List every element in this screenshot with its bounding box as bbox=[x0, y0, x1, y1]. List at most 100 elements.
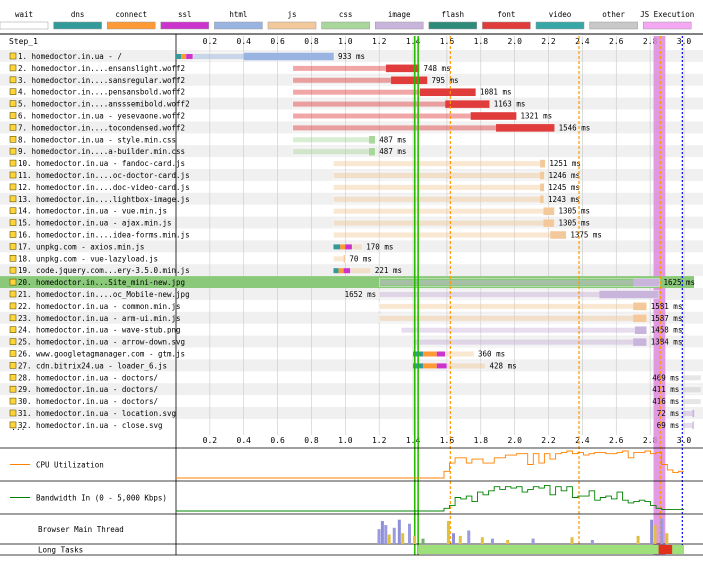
metric-panels: CPU Utilization Bandwidth In (0 - 5,000 K… bbox=[0, 447, 703, 556]
request-download bbox=[343, 254, 346, 263]
request-download bbox=[692, 421, 694, 430]
tick-label-bottom: 0.2 bbox=[203, 436, 218, 445]
lock-icon bbox=[9, 255, 17, 262]
tick-label-top: 2.0 bbox=[507, 37, 522, 46]
request-wait bbox=[379, 315, 634, 321]
request-time: 1163 ms bbox=[494, 100, 526, 109]
request-download bbox=[243, 52, 334, 61]
main-thread-spike bbox=[636, 535, 640, 544]
request-label: 8. homedoctor.in.ua - style.min.css bbox=[18, 135, 176, 144]
tick-label-bottom: 0.6 bbox=[270, 436, 285, 445]
request-time: 1246 ms bbox=[548, 171, 580, 180]
tick-label-top: 0.2 bbox=[203, 37, 218, 46]
request-time: 1305 ms bbox=[558, 207, 590, 216]
request-label: 6. homedoctor.in.ua - yesevaone.woff2 bbox=[18, 112, 185, 121]
long-task bbox=[658, 545, 673, 554]
main-thread-spike bbox=[392, 527, 396, 544]
request-download bbox=[445, 100, 490, 109]
tick-label-bottom: 1.8 bbox=[474, 436, 489, 445]
request-wait bbox=[292, 65, 386, 71]
step-label: Step_1 bbox=[9, 37, 38, 46]
request-download bbox=[369, 147, 376, 156]
request-wait bbox=[333, 184, 541, 190]
tick-label-top: 1.6 bbox=[440, 37, 455, 46]
connection-segment bbox=[436, 363, 447, 369]
request-wait bbox=[333, 256, 344, 262]
lock-icon bbox=[9, 278, 17, 286]
main-thread-spike bbox=[570, 537, 574, 544]
request-time: 428 ms bbox=[490, 361, 517, 370]
lock-icon bbox=[9, 52, 17, 60]
request-label: 4. homedoctor.in....pensansbold.woff2 bbox=[18, 88, 185, 97]
request-time: 411 ms bbox=[652, 385, 679, 394]
request-time: 1081 ms bbox=[480, 88, 512, 97]
legend-swatch bbox=[160, 21, 210, 30]
lock-icon bbox=[9, 385, 17, 393]
main-thread-spike bbox=[384, 525, 388, 544]
legend: wait dns connect ssl html js css image flash font… bbox=[0, 10, 694, 30]
main-thread-spike bbox=[480, 537, 484, 544]
request-time: 795 ms bbox=[431, 76, 458, 85]
request-label: 11. homedoctor.in....oc-doctor-card.js bbox=[18, 171, 190, 180]
request-download bbox=[550, 231, 567, 239]
request-time: 1581 ms bbox=[651, 302, 683, 311]
request-label: 19. code.jquery.com...ery-3.5.0.min.js bbox=[18, 266, 190, 275]
connection-segment bbox=[333, 244, 341, 250]
main-thread-spike bbox=[590, 539, 594, 544]
more-label: ... bbox=[11, 423, 25, 432]
request-wait bbox=[292, 113, 471, 119]
request-label: 25. homedoctor.in.ua - arrow-down.svg bbox=[18, 338, 185, 347]
legend-swatch bbox=[535, 21, 585, 30]
legend-swatch bbox=[53, 21, 102, 30]
legend-swatch bbox=[482, 21, 531, 30]
request-wait bbox=[379, 292, 600, 297]
main-thread-spike bbox=[490, 538, 494, 544]
request-label: 32. homedoctor.in.ua - close.svg bbox=[18, 421, 163, 430]
legend-swatch bbox=[0, 21, 49, 30]
request-time: 1458 ms bbox=[651, 326, 683, 335]
request-label: 24. homedoctor.in.ua - wave-stub.png bbox=[18, 326, 181, 335]
request-label: 28. homedoctor.in.ua - doctors/ bbox=[18, 373, 158, 382]
lock-icon bbox=[9, 397, 17, 405]
request-label: 29. homedoctor.in.ua - doctors/ bbox=[18, 385, 158, 394]
lock-icon bbox=[9, 231, 17, 238]
request-download bbox=[633, 302, 647, 311]
main-thread-spike bbox=[458, 535, 462, 544]
waterfall-chart: wait dns connect ssl html js css image flash font… bbox=[0, 10, 703, 556]
lock-icon bbox=[9, 326, 17, 334]
request-time: 1375 ms bbox=[570, 231, 602, 240]
tick-label-bottom: 1.2 bbox=[372, 436, 387, 445]
request-time: 170 ms bbox=[366, 242, 393, 251]
tick-label-bottom: 1.0 bbox=[338, 436, 353, 445]
request-label: 31. homedoctor.in.ua - location.svg bbox=[18, 409, 176, 418]
lock-icon bbox=[9, 136, 17, 143]
request-label: 20. homedoctor.in...Site_mini-new.jpg bbox=[18, 278, 185, 287]
request-wait bbox=[401, 327, 635, 333]
request-download bbox=[540, 171, 545, 180]
request-wait bbox=[446, 363, 486, 369]
connection-segment bbox=[343, 268, 351, 274]
request-time: 748 ms bbox=[424, 64, 451, 73]
legend-label: css bbox=[339, 10, 353, 19]
lock-icon bbox=[9, 219, 17, 226]
request-label: 3. homedoctor.in....sansregular.woff2 bbox=[18, 76, 185, 85]
request-wait bbox=[333, 232, 551, 238]
request-wait bbox=[379, 303, 634, 309]
request-wait bbox=[333, 161, 541, 167]
lock-icon bbox=[9, 171, 17, 179]
tick-label-top: 0.8 bbox=[304, 37, 319, 46]
connection-segment bbox=[340, 244, 346, 250]
lock-icon bbox=[9, 159, 17, 167]
tick-label-bottom: 0.8 bbox=[304, 436, 319, 445]
lock-icon bbox=[9, 183, 17, 191]
tick-label-bottom: 2.6 bbox=[609, 436, 624, 445]
legend-label: ssl bbox=[178, 10, 192, 19]
request-wait bbox=[352, 244, 363, 250]
connection-segment bbox=[338, 268, 344, 274]
request-time: 221 ms bbox=[375, 266, 402, 275]
request-wait bbox=[682, 387, 701, 393]
request-time: 933 ms bbox=[338, 52, 365, 61]
metric-line bbox=[176, 484, 684, 512]
metric-label: CPU Utilization bbox=[36, 461, 104, 470]
main-thread-spike bbox=[421, 538, 425, 544]
